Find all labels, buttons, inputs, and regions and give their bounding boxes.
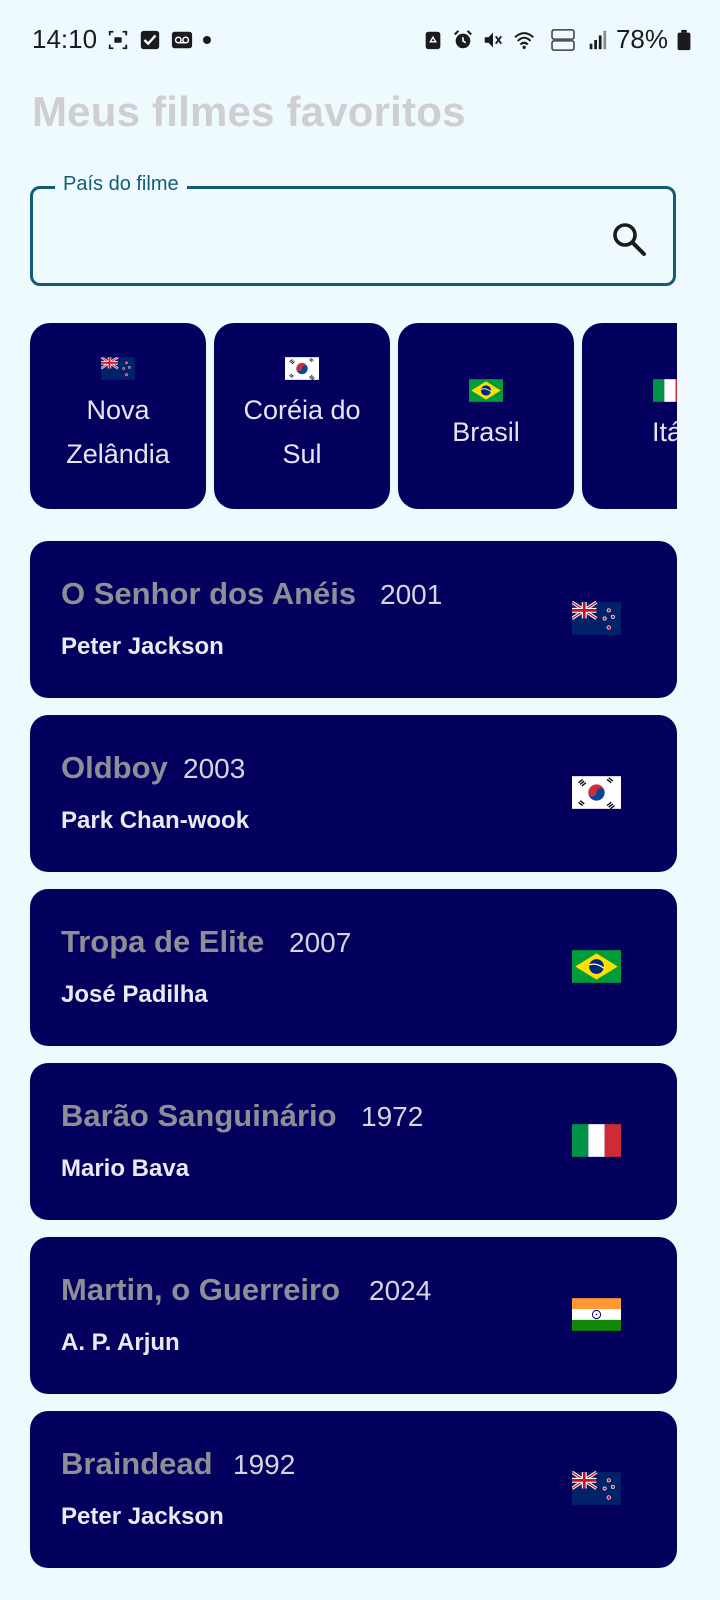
country-chip-row[interactable]: Nova Zelândia Coréia do Sul Brasil Itál <box>30 323 677 509</box>
movie-director: Peter Jackson <box>61 1503 224 1530</box>
movie-year: 1992 <box>233 1449 296 1480</box>
movie-title: Oldboy <box>61 750 168 785</box>
voicemail-icon <box>171 31 193 48</box>
new-zealand-flag-icon <box>572 1471 621 1506</box>
movie-card[interactable]: Oldboy 2003 Park Chan-wook <box>30 715 677 872</box>
chip-label-line1: Brasil <box>452 416 520 447</box>
movie-director: Mario Bava <box>61 1155 190 1182</box>
country-chip-brazil[interactable]: Brasil <box>398 323 574 509</box>
movie-director: Park Chan-wook <box>61 807 250 834</box>
movie-card[interactable]: Barão Sanguinário 1972 Mario Bava <box>30 1063 677 1220</box>
south-korea-flag-icon <box>572 775 621 810</box>
movie-card[interactable]: Tropa de Elite 2007 José Padilha <box>30 889 677 1046</box>
chip-label-line1: Coréia do <box>243 394 361 425</box>
battery-icon <box>677 29 691 50</box>
movie-card[interactable]: O Senhor dos Anéis 2001 Peter Jackson <box>30 541 677 698</box>
movie-card[interactable]: Martin, o Guerreiro 2024 A. P. Arjun <box>30 1237 677 1394</box>
search-icon[interactable] <box>609 219 649 259</box>
search-field-label: País do filme <box>55 173 187 196</box>
chip-label-line1: Nova <box>86 394 150 425</box>
notification-dot-icon <box>203 35 212 44</box>
brazil-flag-icon <box>572 949 621 984</box>
south-korea-flag-icon <box>285 357 319 380</box>
chip-label-line1: Itál <box>651 416 677 447</box>
alarm-icon <box>453 29 472 48</box>
movie-list: O Senhor dos Anéis 2001 Peter Jackson Ol… <box>30 541 677 1585</box>
movie-card[interactable]: Braindead 1992 Peter Jackson <box>30 1411 677 1568</box>
checkbox-notification-icon <box>140 30 160 49</box>
search-input[interactable] <box>53 213 617 261</box>
new-zealand-flag-icon <box>572 601 621 636</box>
movie-director: Peter Jackson <box>61 633 224 660</box>
movie-director: José Padilha <box>61 981 208 1008</box>
movie-year: 2024 <box>369 1275 432 1306</box>
brazil-flag-icon <box>469 379 503 402</box>
signal-icon <box>589 30 607 49</box>
country-chip-italy[interactable]: Itál <box>582 323 677 509</box>
india-flag-icon <box>572 1297 621 1332</box>
status-bar: 14:10 78% <box>0 0 720 80</box>
chip-label-line2: Sul <box>282 438 322 469</box>
app-screen: 14:10 78% Meus filmes favoritos País do … <box>0 0 720 1600</box>
volte-icon <box>551 28 575 51</box>
chip-label-line2: Zelândia <box>66 438 170 469</box>
battery-percent: 78% <box>615 24 668 54</box>
movie-title: Barão Sanguinário <box>61 1098 337 1133</box>
movie-year: 2003 <box>183 753 246 784</box>
italy-flag-icon <box>653 379 677 402</box>
new-zealand-flag-icon <box>101 357 135 380</box>
movie-title: Braindead <box>61 1446 213 1481</box>
movie-year: 2001 <box>380 579 443 610</box>
recycle-icon <box>425 31 441 49</box>
country-search-field[interactable]: País do filme <box>30 173 676 286</box>
movie-title: O Senhor dos Anéis <box>61 576 357 611</box>
italy-flag-icon <box>572 1123 621 1158</box>
movie-director: A. P. Arjun <box>61 1329 180 1356</box>
page-title: Meus filmes favoritos <box>32 88 466 135</box>
status-time: 14:10 <box>32 24 98 54</box>
movie-title: Tropa de Elite <box>61 924 265 959</box>
movie-title: Martin, o Guerreiro <box>61 1272 341 1307</box>
screenshot-icon <box>108 30 128 49</box>
country-chip-new-zealand[interactable]: Nova Zelândia <box>30 323 206 509</box>
mute-icon <box>484 32 502 47</box>
country-chip-south-korea[interactable]: Coréia do Sul <box>214 323 390 509</box>
movie-year: 1972 <box>361 1101 424 1132</box>
movie-year: 2007 <box>289 927 352 958</box>
wifi-icon <box>514 31 534 49</box>
